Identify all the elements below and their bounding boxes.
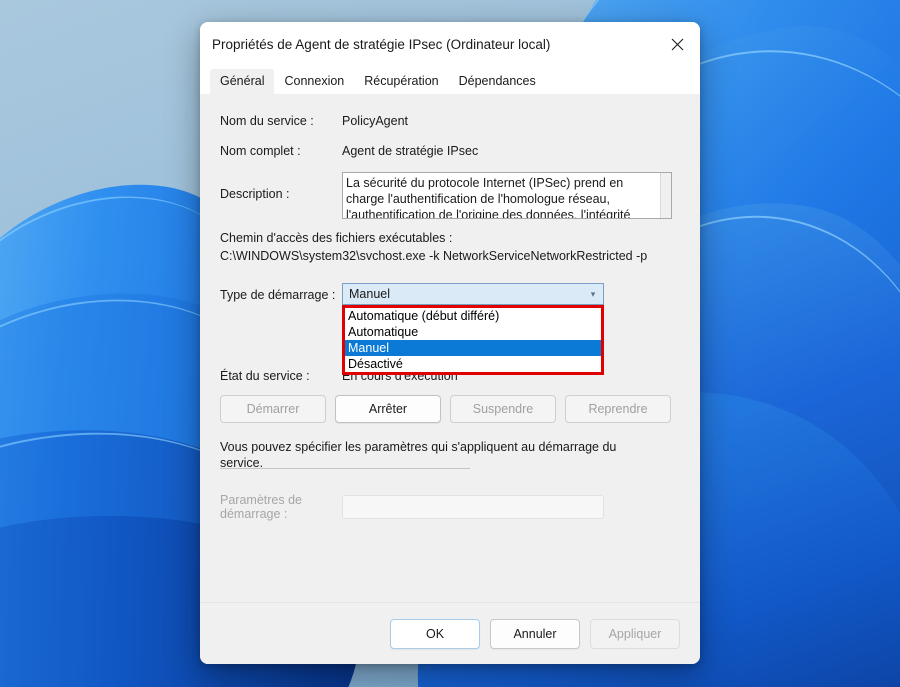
display-name-row: Nom complet : Agent de stratégie IPsec [220,142,680,159]
close-icon [671,38,684,51]
general-tab-panel: Nom du service : PolicyAgent Nom complet… [200,94,700,602]
startup-type-value: Manuel [349,287,390,301]
executable-path-label: Chemin d'accès des fichiers exécutables … [220,231,453,245]
title-bar: Propriétés de Agent de stratégie IPsec (… [200,22,700,66]
cancel-button[interactable]: Annuler [490,618,580,649]
service-state-label: État du service : [220,369,310,383]
startup-type-label: Type de démarrage : [220,287,336,302]
start-button[interactable]: Démarrer [220,395,326,423]
dropdown-option-manuel[interactable]: Manuel [345,340,601,356]
startup-type-dropdown-list[interactable]: Automatique (début différé) Automatique … [342,305,604,375]
service-control-buttons: Démarrer Arrêter Suspendre Reprendre [220,395,680,423]
window-title: Propriétés de Agent de stratégie IPsec (… [212,36,551,52]
stop-button[interactable]: Arrêter [335,395,441,423]
section-divider [220,468,470,469]
display-name-value: Agent de stratégie IPsec [342,144,479,158]
startup-type-row: Type de démarrage : Manuel ▾ Automatique… [220,283,680,375]
description-row: Description : La sécurité du protocole I… [220,172,680,219]
ok-button[interactable]: OK [390,618,480,649]
service-name-label: Nom du service : [220,114,314,128]
executable-path-value: C:\WINDOWS\system32\svchost.exe -k Netwo… [220,249,648,263]
dropdown-option-desactive[interactable]: Désactivé [345,356,601,372]
description-textbox[interactable]: La sécurité du protocole Internet (IPSec… [342,172,672,219]
dialog-footer: OK Annuler Appliquer [200,602,700,664]
startup-type-combobox[interactable]: Manuel ▾ [342,283,604,305]
chevron-down-icon: ▾ [590,288,596,299]
tab-general[interactable]: Général [210,69,275,94]
pause-button[interactable]: Suspendre [450,395,556,423]
startup-parameters-label: Paramètres de démarrage : [220,493,302,521]
service-name-row: Nom du service : PolicyAgent [220,112,680,129]
startup-parameters-hint: Vous pouvez spécifier les paramètres qui… [220,440,617,470]
dropdown-option-automatique-differe[interactable]: Automatique (début différé) [345,308,601,324]
dropdown-option-automatique[interactable]: Automatique [345,324,601,340]
apply-button[interactable]: Appliquer [590,618,680,649]
executable-path-block: Chemin d'accès des fichiers exécutables … [220,230,680,264]
close-button[interactable] [654,22,700,66]
service-name-value: PolicyAgent [342,114,409,128]
display-name-label: Nom complet : [220,144,301,158]
desktop-background: Propriétés de Agent de stratégie IPsec (… [0,0,900,687]
description-label: Description : [220,187,290,201]
description-text: La sécurité du protocole Internet (IPSec… [346,176,631,219]
startup-parameters-input[interactable] [342,495,604,519]
service-properties-dialog: Propriétés de Agent de stratégie IPsec (… [200,22,700,664]
tab-dependances[interactable]: Dépendances [449,69,546,94]
tab-recuperation[interactable]: Récupération [354,69,448,94]
tab-connexion[interactable]: Connexion [274,69,354,94]
description-scrollbar[interactable] [660,173,671,218]
startup-parameters-row: Paramètres de démarrage : [220,493,680,521]
resume-button[interactable]: Reprendre [565,395,671,423]
tab-strip: Général Connexion Récupération Dépendanc… [200,66,700,94]
